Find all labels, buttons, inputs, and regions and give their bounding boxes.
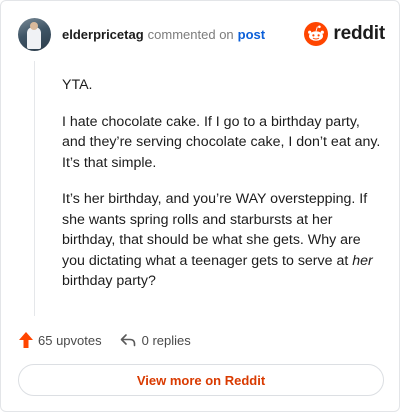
comment-footer: 65 upvotes 0 replies bbox=[19, 331, 191, 349]
avatar-head bbox=[30, 21, 38, 30]
avatar-figure bbox=[27, 26, 41, 49]
comment-paragraph: YTA. bbox=[62, 77, 93, 93]
reddit-logo[interactable]: reddit bbox=[304, 22, 385, 46]
comment-paragraph: It’s her birthday, and you’re WAY overst… bbox=[62, 189, 387, 292]
user-avatar[interactable] bbox=[18, 17, 51, 51]
view-more-button[interactable]: View more on Reddit bbox=[18, 364, 384, 396]
reddit-snoo-icon bbox=[304, 22, 329, 46]
action-text: commented on bbox=[147, 26, 234, 42]
comment-emphasis: her bbox=[352, 252, 373, 269]
comment-text: It’s her birthday, and you’re WAY overst… bbox=[62, 191, 368, 269]
replies-button[interactable]: 0 replies bbox=[120, 333, 191, 348]
comment-meta: elderpricetag commented on post bbox=[62, 27, 265, 42]
replies-count: 0 replies bbox=[141, 332, 191, 348]
comment-text: birthday party? bbox=[62, 273, 156, 289]
comment-paragraph: I hate chocolate cake. If I go to a birt… bbox=[62, 113, 381, 171]
comment-header: elderpricetag commented on post reddit bbox=[18, 17, 385, 51]
username-link[interactable]: elderpricetag bbox=[62, 27, 144, 42]
embedded-comment-card: elderpricetag commented on post reddit Y… bbox=[0, 0, 400, 412]
thread-line bbox=[34, 61, 35, 316]
post-link[interactable]: post bbox=[238, 27, 265, 42]
upvote-arrow-icon bbox=[19, 332, 33, 348]
brand-wordmark: reddit bbox=[333, 23, 385, 44]
upvote-count: 65 upvotes bbox=[38, 332, 102, 348]
reply-arrow-icon bbox=[120, 334, 135, 347]
upvote-button[interactable]: 65 upvotes bbox=[19, 332, 102, 348]
comment-body: YTA. I hate chocolate cake. If I go to a… bbox=[62, 75, 387, 308]
